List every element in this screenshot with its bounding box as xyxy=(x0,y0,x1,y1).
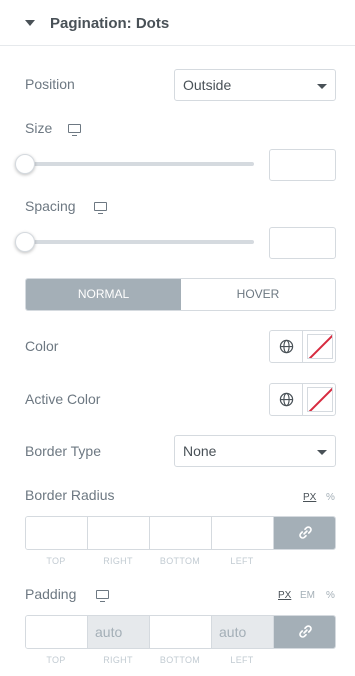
border-radius-dimensions xyxy=(25,516,336,550)
section-header-pagination-dots[interactable]: Pagination: Dots xyxy=(0,0,355,46)
size-label: Size xyxy=(25,120,53,136)
desktop-icon[interactable] xyxy=(96,590,109,602)
link-icon xyxy=(299,526,312,539)
unit-percent[interactable]: % xyxy=(326,590,335,601)
link-icon xyxy=(299,625,312,638)
border-radius-right-input[interactable] xyxy=(88,517,150,549)
dim-label-top: TOP xyxy=(46,556,66,566)
active-color-label: Active Color xyxy=(25,391,101,407)
link-values-button[interactable] xyxy=(274,616,335,648)
spacing-slider-track[interactable] xyxy=(25,240,254,244)
unit-em[interactable]: EM xyxy=(300,590,315,601)
padding-dimensions: auto auto xyxy=(25,615,336,649)
desktop-icon[interactable] xyxy=(94,202,107,214)
position-select[interactable]: Outside xyxy=(174,69,336,101)
padding-bottom-input[interactable] xyxy=(150,616,212,648)
dim-label-left: LEFT xyxy=(230,655,254,665)
padding-left-input[interactable]: auto xyxy=(212,616,274,648)
globe-icon xyxy=(279,392,294,407)
global-colors-button[interactable] xyxy=(270,331,303,362)
border-radius-bottom-input[interactable] xyxy=(150,517,212,549)
padding-top-input[interactable] xyxy=(26,616,88,648)
global-colors-button[interactable] xyxy=(270,384,303,415)
padding-right-input[interactable]: auto xyxy=(88,616,150,648)
color-picker-swatch[interactable] xyxy=(307,334,333,359)
chevron-down-icon xyxy=(317,84,327,89)
dim-label-left: LEFT xyxy=(230,556,254,566)
size-slider-thumb[interactable] xyxy=(15,154,35,174)
desktop-icon[interactable] xyxy=(68,124,81,136)
chevron-down-icon xyxy=(317,450,327,455)
border-radius-left-input[interactable] xyxy=(212,517,274,549)
dim-label-bottom: BOTTOM xyxy=(159,556,201,566)
section-title: Pagination: Dots xyxy=(50,15,170,32)
tab-normal[interactable]: NORMAL xyxy=(26,279,181,310)
spacing-slider-thumb[interactable] xyxy=(15,232,35,252)
border-radius-label: Border Radius xyxy=(25,487,115,503)
border-radius-units: PX % xyxy=(303,492,337,504)
border-type-label: Border Type xyxy=(25,443,102,459)
dim-label-bottom: BOTTOM xyxy=(159,655,201,665)
unit-percent[interactable]: % xyxy=(326,492,335,503)
globe-icon xyxy=(279,339,294,354)
size-slider-track[interactable] xyxy=(25,162,254,166)
border-type-select-value: None xyxy=(183,443,217,459)
active-color-picker-swatch[interactable] xyxy=(307,387,333,412)
dim-label-right: RIGHT xyxy=(103,655,133,665)
dim-label-right: RIGHT xyxy=(103,556,133,566)
dim-label-top: TOP xyxy=(46,655,66,665)
color-control xyxy=(269,330,336,363)
state-tabs: NORMAL HOVER xyxy=(25,278,336,311)
spacing-label: Spacing xyxy=(25,198,76,214)
link-values-button[interactable] xyxy=(274,517,335,549)
unit-px[interactable]: PX xyxy=(278,590,291,601)
spacing-number-input[interactable] xyxy=(269,227,336,259)
color-label: Color xyxy=(25,338,59,354)
size-number-input[interactable] xyxy=(269,149,336,181)
padding-units: PX EM % xyxy=(278,590,338,602)
border-radius-top-input[interactable] xyxy=(26,517,88,549)
caret-down-icon xyxy=(25,20,35,26)
tab-hover[interactable]: HOVER xyxy=(181,279,335,310)
unit-px[interactable]: PX xyxy=(303,492,316,503)
padding-label: Padding xyxy=(25,586,77,602)
position-select-value: Outside xyxy=(183,77,232,93)
border-type-select[interactable]: None xyxy=(174,435,336,467)
position-label: Position xyxy=(25,76,75,92)
active-color-control xyxy=(269,383,336,416)
